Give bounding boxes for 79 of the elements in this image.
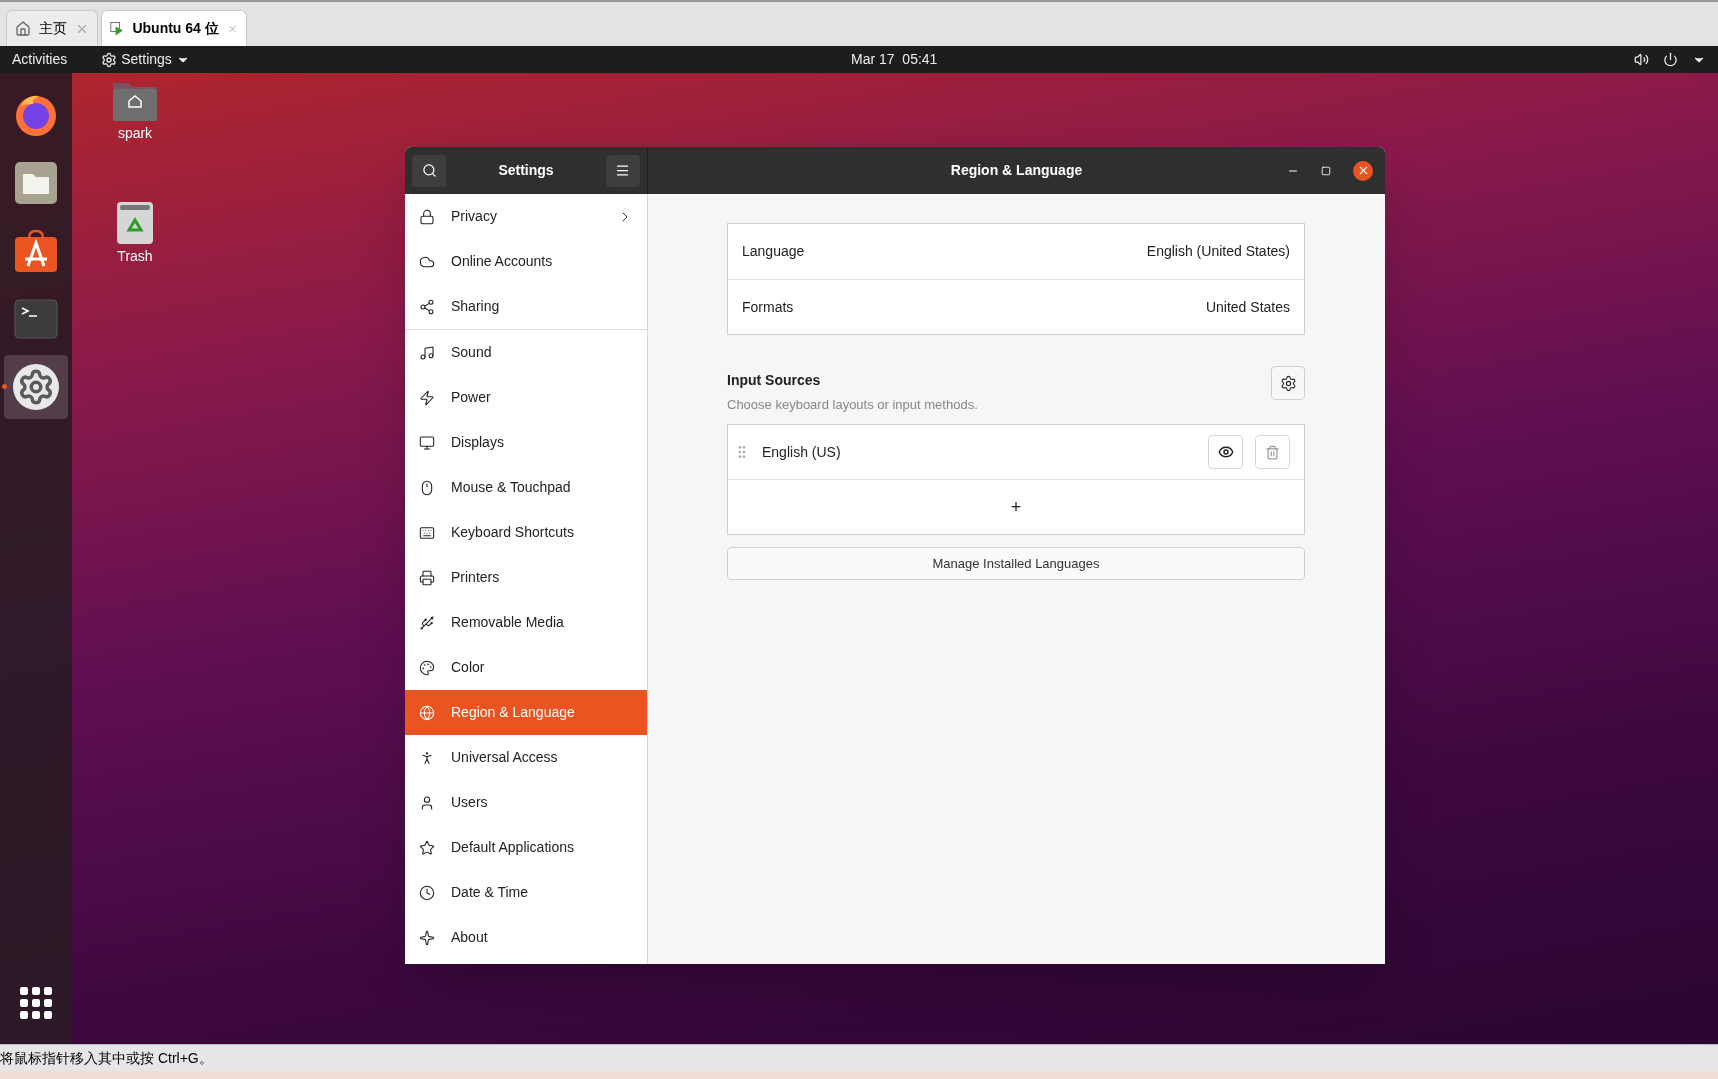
app-menu[interactable]: Settings [101,49,190,70]
sidebar-item[interactable]: Sound [405,330,647,375]
sidebar-item[interactable]: About [405,915,647,960]
terminal-icon [13,296,59,342]
running-indicator [2,384,7,389]
search-button[interactable] [412,154,446,187]
power-icon[interactable] [1663,52,1678,67]
row-label[interactable]: Formats [742,296,794,318]
monitor-icon [419,434,435,451]
window-title: Region & Language [950,161,1083,180]
settings-button[interactable] [1271,366,1305,400]
sidebar-item[interactable]: Online Accounts [405,239,647,284]
gear-icon [1279,374,1297,392]
gear-icon [13,364,59,410]
vm-play-icon [110,19,125,38]
sidebar-item[interactable]: Keyboard Shortcuts [405,510,647,555]
row-value[interactable]: United States [1205,296,1290,318]
person-icon [419,749,435,766]
music-note-icon [419,344,435,361]
trash-icon [115,200,155,246]
sidebar-item[interactable]: Universal Access [405,735,647,780]
sidebar-item[interactable]: Sharing [405,284,647,329]
lock-icon [419,208,435,225]
sparkle-icon [419,929,435,946]
search-icon [421,163,437,178]
close-button[interactable] [1353,160,1373,181]
tab-label: 主页 [39,19,67,38]
bolt-icon [419,389,435,406]
vm-tab[interactable]: 主页 [6,10,98,46]
row-value[interactable]: English (United States) [1146,241,1290,262]
trash-icon [1265,444,1280,460]
home-folder-icon [111,81,159,123]
palette-icon [419,659,435,676]
folder-icon [13,160,59,206]
sidebar-item[interactable]: Region & Language [405,690,647,735]
vm-tab[interactable]: Ubuntu 64 位 [101,10,247,46]
star-icon [419,839,435,856]
sidebar-item[interactable]: Mouse & Touchpad [405,465,647,510]
clock[interactable]: Mar 17 05:41 [851,49,938,70]
row-label[interactable]: Language [742,241,805,262]
clock-icon [419,884,435,901]
sidebar-item[interactable]: Default Applications [405,825,647,870]
section-title: Input Sources [727,370,822,390]
manage-languages-button[interactable]: Manage Installed Languages [727,547,1305,580]
mouse-icon [419,479,435,496]
share-icon [419,298,435,315]
activities-button[interactable]: Activities [0,49,80,70]
menu-icon [615,163,631,178]
sidebar-item[interactable]: Users [405,780,647,825]
usb-icon [419,614,435,631]
tab-label: Ubuntu 64 位 [132,19,219,38]
source-name[interactable]: English (US) [762,441,841,463]
app-grid-icon[interactable] [19,986,53,1020]
sidebar-item[interactable]: Color [405,645,647,690]
printer-icon [419,569,435,586]
dock-item[interactable] [4,355,68,419]
globe-icon [419,704,435,721]
sidebar-item[interactable]: Date & Time [405,870,647,915]
maximize-icon[interactable] [1321,165,1331,176]
sidebar-item[interactable]: Power [405,375,647,420]
keyboard-icon [419,524,435,541]
status-text: 将鼠标指针移入其中或按 Ctrl+G。 [0,1048,213,1068]
menu-button[interactable] [606,154,640,187]
sidebar-title: Settings [498,161,554,180]
eye-icon [1217,444,1234,460]
add-button[interactable]: + [728,480,1304,534]
sidebar-item[interactable]: Displays [405,420,647,465]
desktop-icon-label[interactable]: spark [117,123,153,144]
home-icon [15,20,31,37]
bag-icon [13,228,59,274]
preview-button[interactable] [1208,435,1243,469]
user-icon [419,794,435,811]
sidebar-item[interactable]: Removable Media [405,600,647,645]
sidebar-item[interactable]: Printers [405,555,647,600]
sidebar-item[interactable]: Privacy [405,194,647,239]
section-subtitle: Choose keyboard layouts or input methods. [727,395,978,414]
desktop-icon-label[interactable]: Trash [117,246,153,267]
gear-icon [101,51,118,68]
volume-icon[interactable] [1634,52,1649,67]
